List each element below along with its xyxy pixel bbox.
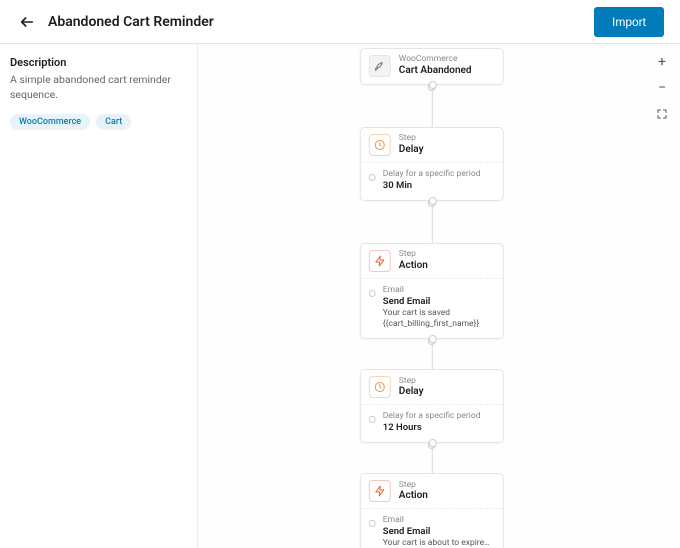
step-body-title: Send Email: [383, 526, 495, 537]
action-node[interactable]: Step Action Email Send Email Your cart i…: [360, 243, 504, 339]
delay-node[interactable]: Step Delay Delay for a specific period 3…: [360, 127, 504, 201]
import-button[interactable]: Import: [594, 7, 664, 37]
connector: [431, 339, 432, 369]
step-meta: Step: [399, 377, 424, 387]
workflow-canvas[interactable]: + − WooCommerce Cart Abandoned: [198, 44, 680, 548]
zoom-out-icon[interactable]: −: [654, 80, 670, 96]
page-title: Abandoned Cart Reminder: [48, 14, 214, 30]
description-label: Description: [10, 56, 189, 69]
delay-node[interactable]: Step Delay Delay for a specific period 1…: [360, 369, 504, 443]
action-node[interactable]: Step Action Email Send Email Your cart i…: [360, 473, 504, 548]
fullscreen-icon[interactable]: [654, 106, 670, 122]
connector: [431, 201, 432, 243]
trigger-node[interactable]: WooCommerce Cart Abandoned: [360, 48, 504, 85]
step-body-meta: Delay for a specific period: [383, 169, 495, 179]
step-body-meta: Email: [383, 285, 495, 295]
step-body-title: 30 Min: [383, 180, 495, 191]
trigger-meta: WooCommerce: [399, 55, 472, 65]
trigger-title: Cart Abandoned: [399, 65, 472, 77]
step-body-meta: Email: [383, 515, 495, 525]
step-body-title: Send Email: [383, 296, 495, 307]
back-icon[interactable]: [16, 11, 38, 33]
clock-icon: [369, 376, 391, 398]
step-title: Action: [399, 490, 428, 502]
header: Abandoned Cart Reminder Import: [0, 0, 680, 44]
workflow-flow: WooCommerce Cart Abandoned Step Delay: [360, 48, 504, 548]
rocket-icon: [369, 55, 391, 77]
bolt-icon: [369, 250, 391, 272]
step-title: Action: [399, 260, 428, 272]
connector: [431, 443, 432, 473]
canvas-tools: + −: [654, 54, 670, 122]
sidebar: Description A simple abandoned cart remi…: [0, 44, 198, 548]
step-meta: Step: [399, 134, 424, 144]
step-body-sub: Your cart is saved {{cart_billing_first_…: [383, 308, 495, 329]
zoom-in-icon[interactable]: +: [654, 54, 670, 70]
step-title: Delay: [399, 386, 424, 398]
step-body-title: 12 Hours: [383, 422, 495, 433]
tag-cart[interactable]: Cart: [96, 114, 131, 130]
tag-woocommerce[interactable]: WooCommerce: [10, 114, 90, 130]
step-body-meta: Delay for a specific period: [383, 411, 495, 421]
step-title: Delay: [399, 144, 424, 156]
step-body-sub: Your cart is about to expire…: [383, 538, 495, 548]
tag-list: WooCommerce Cart: [10, 114, 189, 130]
bolt-icon: [369, 480, 391, 502]
clock-icon: [369, 134, 391, 156]
connector: [431, 85, 432, 127]
description-text: A simple abandoned cart reminder sequenc…: [10, 73, 189, 102]
step-meta: Step: [399, 250, 428, 260]
step-meta: Step: [399, 481, 428, 491]
